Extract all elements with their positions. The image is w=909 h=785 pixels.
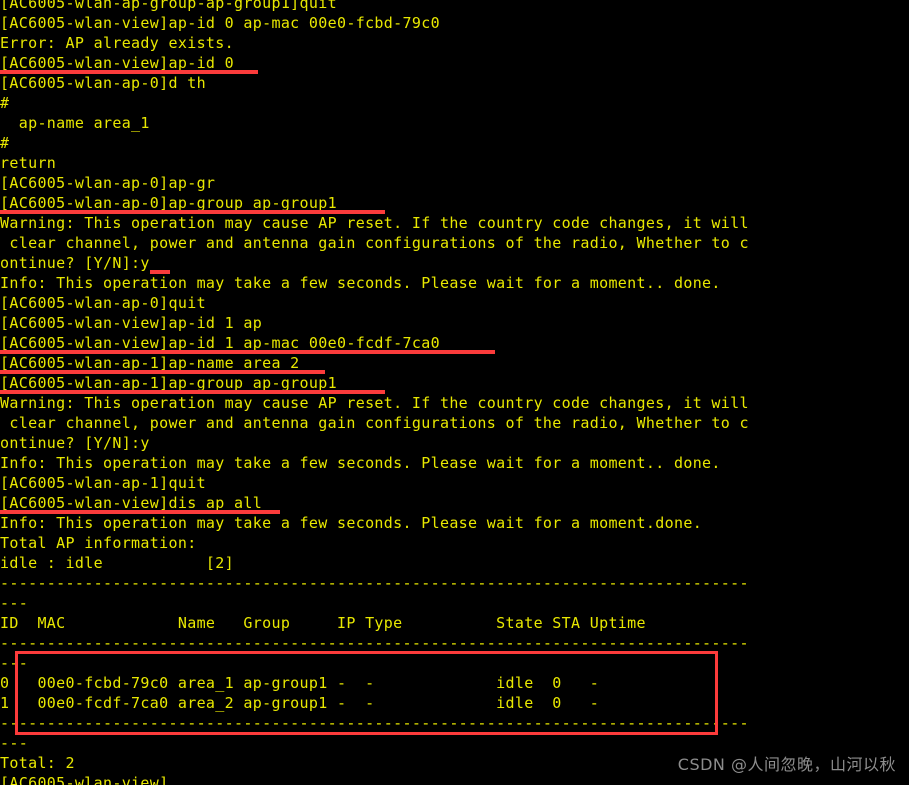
- terminal-line: Total AP information:: [0, 534, 197, 552]
- terminal-line: ap-name area_1: [0, 114, 150, 132]
- terminal-line: 1 00e0-fcdf-7ca0 area_2 ap-group1 - - id…: [0, 694, 600, 712]
- terminal-line: [AC6005-wlan-ap-0]quit: [0, 294, 206, 312]
- terminal-line: [AC6005-wlan-view]ap-id 0 ap-mac 00e0-fc…: [0, 14, 440, 32]
- terminal-line: clear channel, power and antenna gain co…: [0, 234, 749, 252]
- csdn-watermark: CSDN @人间忽晚，山河以秋: [677, 755, 896, 774]
- terminal-line: #: [0, 94, 10, 112]
- terminal-line: Warning: This operation may cause AP res…: [0, 394, 749, 412]
- terminal-line: ---: [0, 594, 29, 612]
- terminal-line: [AC6005-wlan-view]dis ap all: [0, 494, 263, 512]
- terminal-line: ID MAC Name Group IP Type State STA Upti…: [0, 614, 646, 632]
- terminal-line: [AC6005-wlan-view]ap-id 1 ap: [0, 314, 263, 332]
- terminal-line: [AC6005-wlan-ap-1]ap-name area_2: [0, 354, 300, 372]
- terminal-line: 0 00e0-fcbd-79c0 area_1 ap-group1 - - id…: [0, 674, 600, 692]
- terminal-line: ----------------------------------------…: [0, 634, 749, 652]
- terminal-line: Info: This operation may take a few seco…: [0, 514, 703, 532]
- terminal-screen: [AC6005-wlan-ap-group-ap-group1]quit [AC6…: [0, 0, 909, 785]
- terminal-line: idle : idle [2]: [0, 554, 235, 572]
- terminal-line: [AC6005-wlan-ap-0]ap-gr: [0, 174, 216, 192]
- terminal-line: ---: [0, 734, 29, 752]
- terminal-line: ontinue? [Y/N]:y: [0, 434, 150, 452]
- terminal-line: [AC6005-wlan-ap-1]ap-group ap-group1: [0, 374, 337, 392]
- terminal-line: Info: This operation may take a few seco…: [0, 274, 721, 292]
- terminal-line: ontinue? [Y/N]:y: [0, 254, 150, 272]
- terminal-line: Warning: This operation may cause AP res…: [0, 214, 749, 232]
- terminal-line: Error: AP already exists.: [0, 34, 235, 52]
- terminal-line: [AC6005-wlan-view]ap-id 1 ap-mac 00e0-fc…: [0, 334, 440, 352]
- terminal-line: [AC6005-wlan-view]ap-id 0: [0, 54, 235, 72]
- terminal-line: return: [0, 154, 57, 172]
- terminal-line: [AC6005-wlan-ap-0]d th: [0, 74, 206, 92]
- terminal-line: #: [0, 134, 10, 152]
- terminal-line: clear channel, power and antenna gain co…: [0, 414, 749, 432]
- terminal-line: [AC6005-wlan-ap-group-ap-group1]quit: [0, 0, 337, 12]
- terminal-line: Info: This operation may take a few seco…: [0, 454, 721, 472]
- terminal-line: ---: [0, 654, 29, 672]
- terminal-line: ----------------------------------------…: [0, 574, 749, 592]
- terminal-line: [AC6005-wlan-ap-1]quit: [0, 474, 206, 492]
- terminal-line: ----------------------------------------…: [0, 714, 749, 732]
- terminal-line: [AC6005-wlan-ap-0]ap-group ap-group1: [0, 194, 337, 212]
- terminal-output[interactable]: [AC6005-wlan-ap-group-ap-group1]quit [AC6…: [0, 0, 909, 785]
